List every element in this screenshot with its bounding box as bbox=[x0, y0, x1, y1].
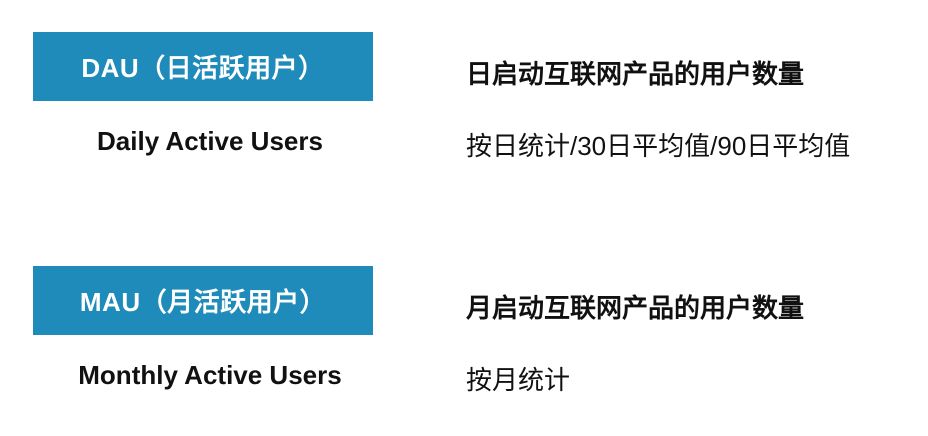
mau-term-box: MAU（月活跃用户） bbox=[33, 266, 373, 335]
mau-full-name: Monthly Active Users bbox=[78, 360, 342, 390]
dau-definition: 日启动互联网产品的用户数量 bbox=[466, 59, 805, 89]
dau-term-box: DAU（日活跃用户） bbox=[33, 32, 373, 101]
mau-definition: 月启动互联网产品的用户数量 bbox=[466, 293, 805, 323]
dau-full-name: Daily Active Users bbox=[97, 126, 323, 156]
dau-statistics-method: 按日统计/30日平均值/90日平均值 bbox=[466, 131, 851, 161]
mau-statistics-method: 按月统计 bbox=[466, 365, 571, 395]
